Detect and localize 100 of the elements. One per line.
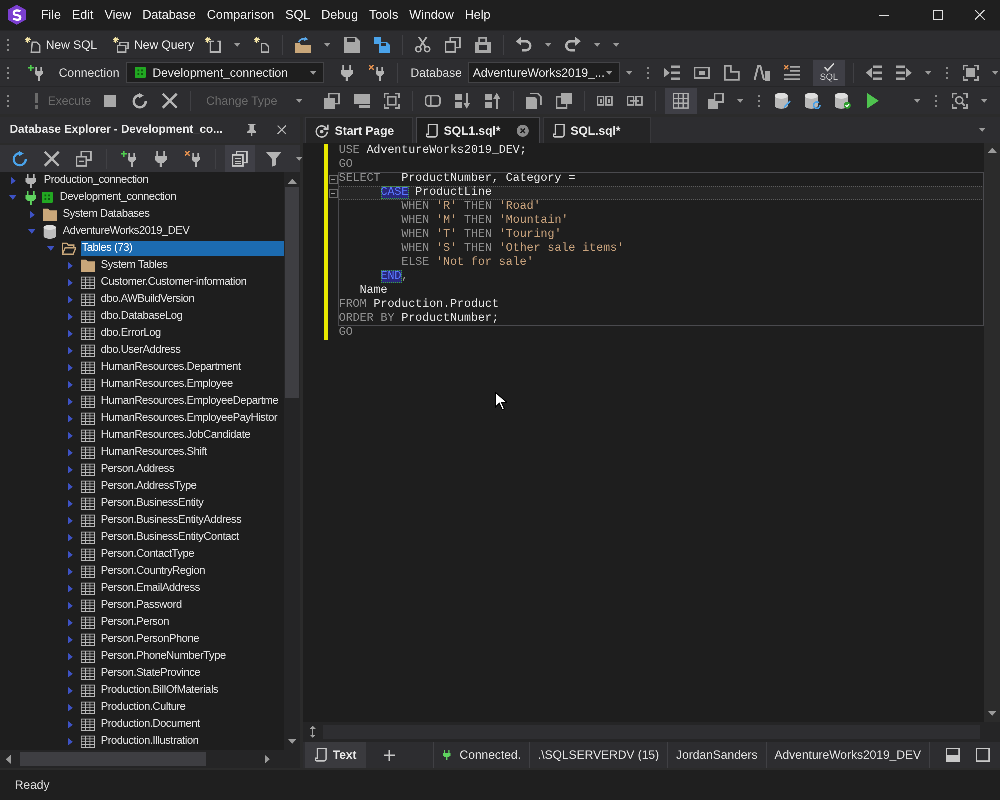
chevron-right-icon[interactable] [68, 346, 72, 354]
chevron-right-icon[interactable] [68, 568, 72, 576]
tree-item[interactable]: Person.PhoneNumberType [101, 649, 226, 664]
caret-icon[interactable] [992, 70, 1000, 74]
chevron-right-icon[interactable] [68, 466, 72, 474]
menu-item[interactable]: Debug [316, 7, 364, 23]
tree-item[interactable]: Person.StateProvince [101, 666, 200, 681]
scroll-up-icon[interactable] [288, 179, 296, 184]
connection-dropdown[interactable]: Development_connection [126, 62, 324, 83]
chevron-right-icon[interactable] [68, 584, 72, 592]
tree-item[interactable]: Person.Password [101, 598, 182, 613]
vertical-scrollbar[interactable] [984, 143, 1000, 722]
collapse-icon[interactable] [328, 174, 338, 184]
copy-icon[interactable] [445, 36, 462, 52]
caret-icon[interactable] [613, 42, 620, 46]
tree-item[interactable]: Production.Document [101, 717, 200, 732]
tree-item[interactable]: AdventureWorks2019_DEV [63, 224, 190, 239]
chevron-right-icon[interactable] [68, 432, 72, 440]
tree-item[interactable]: HumanResources.Department [101, 360, 241, 375]
caret-icon[interactable] [736, 98, 744, 102]
add-icon[interactable] [384, 750, 395, 760]
menu-item[interactable]: View [100, 7, 137, 23]
new-query-button[interactable]: New Query [109, 34, 198, 56]
cancel-icon[interactable] [162, 92, 178, 108]
minimize-icon[interactable] [879, 14, 889, 16]
caret-icon[interactable] [234, 42, 242, 46]
chevron-down-icon[interactable] [28, 229, 36, 234]
caret-icon[interactable] [545, 42, 552, 46]
caret-icon[interactable] [296, 156, 303, 160]
tree-item[interactable]: Person.BusinessEntity [101, 496, 204, 511]
frame-icon[interactable] [963, 64, 980, 80]
menu-item[interactable]: Help [460, 7, 496, 23]
plug-icon[interactable] [338, 64, 355, 80]
frame-icon[interactable] [384, 92, 400, 108]
caret-icon[interactable] [914, 98, 921, 102]
chevron-down-icon[interactable] [9, 195, 17, 200]
tree-item[interactable]: HumanResources.Shift [101, 445, 208, 460]
document-stack-icon[interactable] [526, 92, 542, 108]
tree-item[interactable]: Person.BusinessEntityContact [101, 530, 240, 545]
scroll-thumb[interactable] [20, 752, 206, 766]
chevron-right-icon[interactable] [68, 398, 72, 406]
chevron-right-icon[interactable] [68, 550, 72, 558]
refresh-icon[interactable] [12, 150, 28, 166]
maximize-icon[interactable] [933, 10, 943, 20]
stacked-documents-icon[interactable] [324, 92, 340, 108]
chevron-right-icon[interactable] [68, 500, 72, 508]
caret-icon[interactable] [925, 70, 932, 74]
editor-tab[interactable]: SQL1.sql* [416, 117, 540, 143]
menu-item[interactable]: File [36, 7, 66, 23]
tree-item[interactable]: HumanResources.EmployeeDepartme [101, 394, 278, 409]
database-dropdown[interactable]: AdventureWorks2019_... [468, 62, 620, 83]
search-frame-icon[interactable] [952, 92, 968, 108]
outdent-icon[interactable] [866, 64, 882, 80]
chevron-down-icon[interactable] [47, 246, 55, 251]
tree-item[interactable]: Production_connection [44, 173, 149, 188]
save-icon[interactable] [344, 36, 360, 52]
tree-item[interactable]: dbo.AWBuildVersion [101, 292, 195, 307]
tree-item[interactable]: System Tables [101, 258, 168, 273]
chevron-right-icon[interactable] [68, 330, 72, 338]
result-tab[interactable]: Text [305, 742, 366, 768]
tree-item[interactable]: Person.ContactType [101, 547, 194, 562]
menu-item[interactable]: SQL [280, 7, 316, 23]
collapse-icon[interactable] [328, 188, 338, 198]
vertical-scrollbar[interactable] [284, 172, 300, 750]
column-icon[interactable] [424, 92, 441, 108]
chevron-right-icon[interactable] [68, 704, 72, 712]
window-icon[interactable] [354, 92, 370, 108]
tree-item[interactable]: Person.CountryRegion [101, 564, 206, 579]
grid-toggle-button[interactable] [664, 88, 697, 114]
text-format-icon[interactable] [754, 64, 770, 80]
chevron-right-icon[interactable] [10, 176, 16, 184]
export-icon[interactable] [708, 92, 724, 108]
play-icon[interactable] [866, 92, 879, 108]
tree-item[interactable]: Production.Culture [101, 700, 186, 715]
menu-item[interactable]: Database [138, 7, 202, 23]
tree-item[interactable]: dbo.UserAddress [101, 343, 181, 358]
chevron-right-icon[interactable] [68, 534, 72, 542]
new-sql-button[interactable]: New SQL [21, 34, 102, 56]
chevron-right-icon[interactable] [68, 262, 72, 270]
chevron-right-icon[interactable] [68, 686, 72, 694]
caret-icon[interactable] [324, 42, 332, 46]
split-handle-icon[interactable] [310, 726, 316, 738]
scroll-down-icon[interactable] [988, 711, 996, 716]
chevron-right-icon[interactable] [68, 448, 72, 456]
plug-plus-icon[interactable] [28, 64, 44, 80]
menu-item[interactable]: Window [404, 7, 459, 23]
plug-icon[interactable] [153, 150, 169, 166]
bracket-box-icon[interactable] [694, 66, 710, 78]
tree-item[interactable]: Person.PersonPhone [101, 632, 200, 647]
horizontal-scrollbar[interactable] [0, 750, 300, 768]
pin-icon[interactable] [246, 123, 258, 137]
chevron-right-icon[interactable] [68, 720, 72, 728]
sparkle-bracket-icon[interactable] [205, 36, 222, 52]
folder-arrow-icon[interactable] [295, 36, 312, 52]
scroll-up-icon[interactable] [988, 148, 996, 153]
chevron-right-icon[interactable] [68, 482, 72, 490]
scroll-thumb[interactable] [285, 187, 299, 398]
chevron-right-icon[interactable] [68, 652, 72, 660]
tree-item[interactable]: Production.BillOfMaterials [101, 683, 218, 698]
database-edit-icon[interactable] [774, 92, 791, 108]
